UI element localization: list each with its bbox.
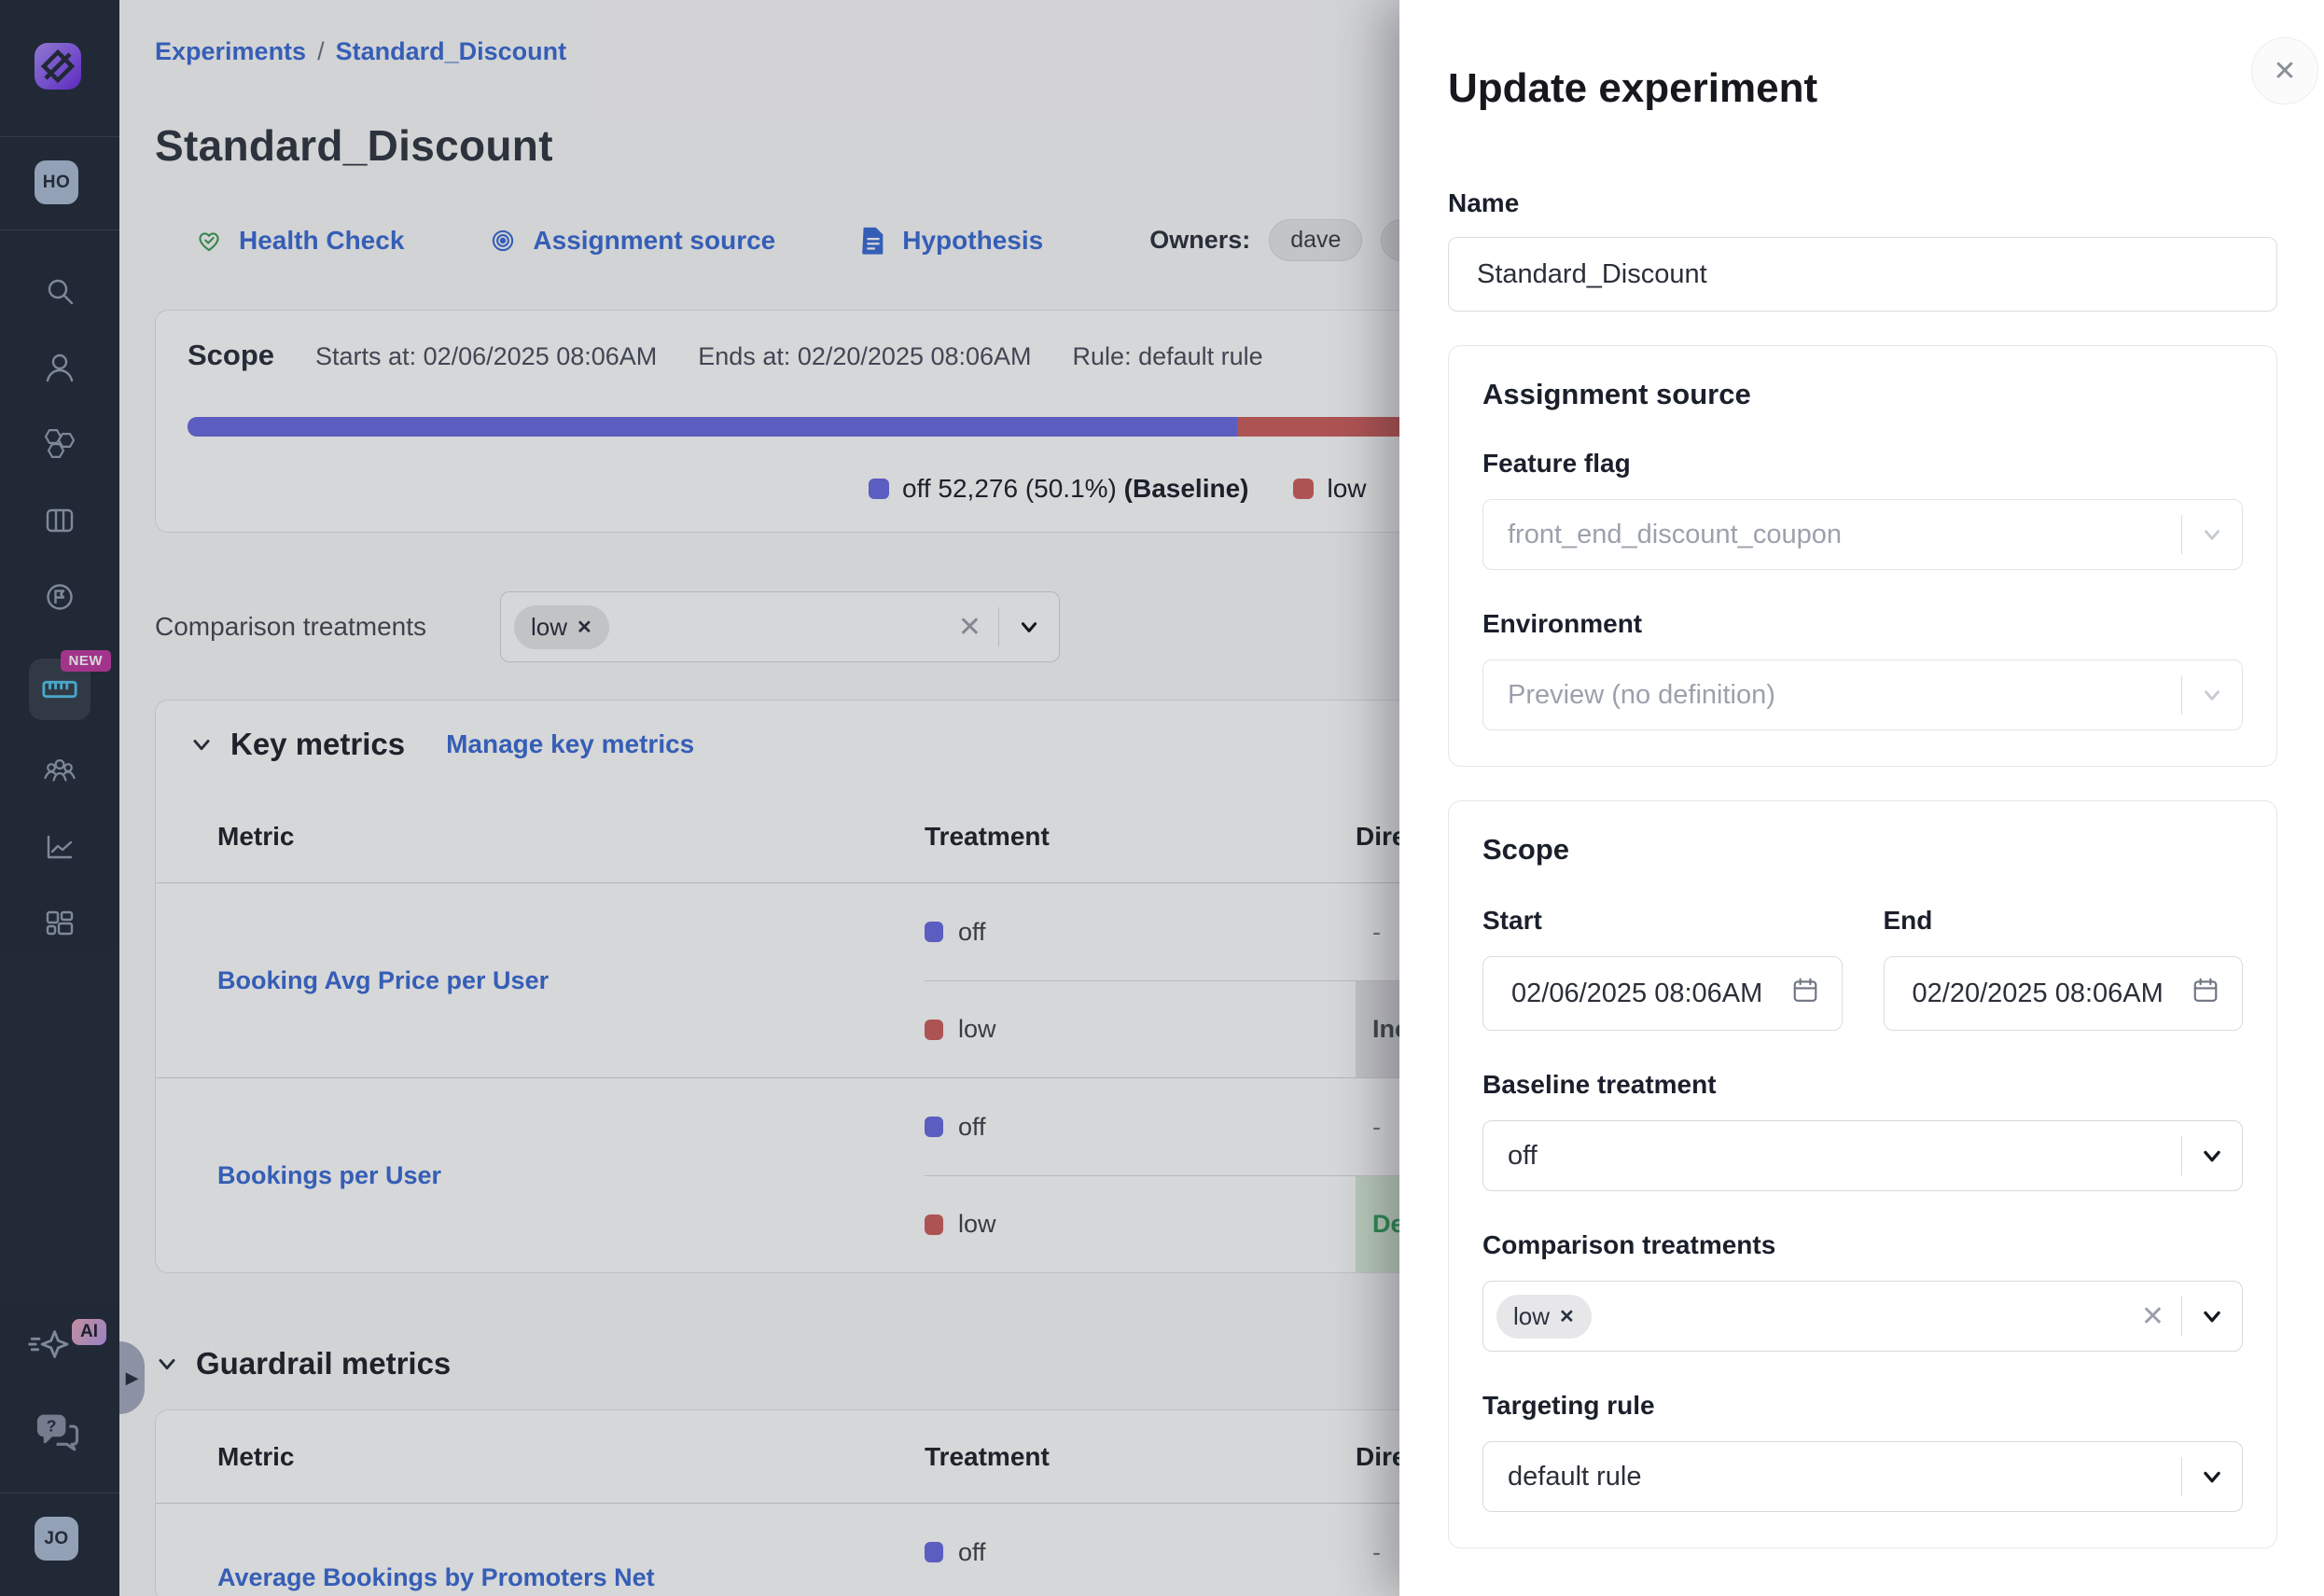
start-date-field[interactable]: 02/06/2025 08:06AM: [1482, 956, 1843, 1031]
update-experiment-panel: ✕ Update experiment Name Assignment sour…: [1399, 0, 2324, 1596]
modal-overlay[interactable]: [0, 0, 1399, 1596]
end-label: End: [1884, 906, 2244, 936]
clear-icon[interactable]: ✕: [2124, 1300, 2181, 1333]
chevron-down-icon: [2182, 523, 2242, 546]
scope-form-card: Scope Start End 02/06/2025 08:06AM 02/: [1448, 800, 2277, 1548]
panel-title: Update experiment: [1448, 65, 2277, 112]
calendar-icon[interactable]: [2192, 976, 2220, 1011]
environment-label: Environment: [1482, 609, 2243, 639]
treatment-chip-low[interactable]: low✕: [1496, 1295, 1592, 1339]
name-label: Name: [1448, 188, 2277, 218]
baseline-treatment-select[interactable]: off: [1482, 1120, 2243, 1191]
comparison-treatments-label: Comparison treatments: [1482, 1230, 2243, 1260]
environment-select[interactable]: Preview (no definition): [1482, 659, 2243, 730]
targeting-rule-label: Targeting rule: [1482, 1391, 2243, 1421]
chip-remove-icon[interactable]: ✕: [1559, 1305, 1575, 1328]
app-window: HO: [0, 0, 2324, 1596]
chevron-down-icon[interactable]: [2182, 1304, 2242, 1328]
comparison-treatments-select[interactable]: low✕ ✕: [1482, 1281, 2243, 1352]
chevron-down-icon: [2182, 684, 2242, 706]
feature-flag-select[interactable]: front_end_discount_coupon: [1482, 499, 2243, 570]
name-field[interactable]: [1448, 237, 2277, 312]
chevron-down-icon[interactable]: [2182, 1464, 2242, 1489]
scope-form-title: Scope: [1482, 833, 2243, 867]
calendar-icon[interactable]: [1791, 976, 1819, 1011]
start-label: Start: [1482, 906, 1843, 936]
assignment-source-card: Assignment source Feature flag front_end…: [1448, 345, 2277, 767]
chevron-down-icon[interactable]: [2182, 1144, 2242, 1168]
end-date-field[interactable]: 02/20/2025 08:06AM: [1884, 956, 2244, 1031]
close-icon[interactable]: ✕: [2251, 37, 2318, 104]
assignment-source-title: Assignment source: [1482, 378, 2243, 411]
targeting-rule-select[interactable]: default rule: [1482, 1441, 2243, 1512]
feature-flag-label: Feature flag: [1482, 449, 2243, 479]
baseline-treatment-label: Baseline treatment: [1482, 1070, 2243, 1100]
